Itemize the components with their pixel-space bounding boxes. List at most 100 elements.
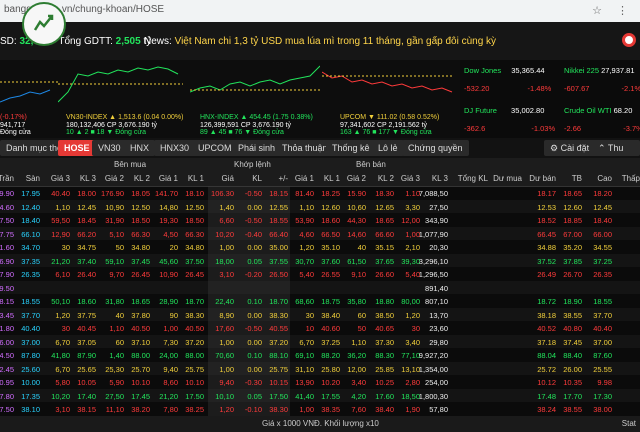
table-row[interactable]: 48.15 18.55 50,10 18.60 31,80 18.65 28,90 18.70…	[0, 294, 640, 308]
column-header[interactable]: Cao	[597, 174, 612, 183]
table-row[interactable]: 32.45 25.60 6,70 25.65 25,30 25.70 9,40 25.75 1,…	[0, 361, 640, 375]
column-header[interactable]: Sàn	[26, 174, 40, 183]
column-header[interactable]: KL 3	[80, 174, 96, 183]
tab-hnx[interactable]: HNX	[124, 140, 156, 156]
header-ticker: SD: 32,61 Tổng GDTT: 2,505 tỷ News: Việt…	[0, 22, 640, 60]
table-row[interactable]: 36.00 37.00 6,70 37.05 60 37.10 7,30 37.20 1,00 0…	[0, 334, 640, 348]
table-cell: 35.15	[375, 243, 394, 252]
column-header[interactable]: Trần	[0, 174, 14, 183]
chart-hnx[interactable]: HNX-INDEX ▲ 454.45 (1.75 0.38%) 126,399,…	[190, 62, 320, 136]
table-row[interactable]: 17.50 18.40 59,50 18.45 31,90 18.50 19,30 18.50…	[0, 213, 640, 227]
table-cell: 3,30	[405, 202, 420, 212]
table-cell: 17.55	[321, 391, 340, 401]
table-row[interactable]: 46.90 37.35 21,20 37.40 59,10 37.45 45,60 37.50…	[0, 253, 640, 267]
table-cell: 37.85	[563, 256, 582, 266]
tab-hose[interactable]: HOSE	[58, 140, 96, 156]
table-row[interactable]: 59.50 891,40	[0, 280, 640, 294]
table-row[interactable]: 14.60 12.40 1,10 12.45 10,90 12.50 14,80 12.50 1…	[0, 199, 640, 213]
table-cell: 13,90	[295, 378, 314, 387]
column-header[interactable]: Giá 2	[347, 174, 366, 183]
table-row[interactable]: 47.90 26.35 6,10 26.40 9,70 26.45 10,90 26.45 3,…	[0, 267, 640, 281]
column-header[interactable]: TB	[572, 174, 582, 183]
settings-button[interactable]: ⚙ Cài đặt	[544, 140, 596, 156]
table-group-header: Bên mua Khớp lệnh Bên bán	[0, 158, 640, 172]
table-cell: 21,20	[51, 256, 70, 266]
table-cell: 1,40	[109, 351, 124, 360]
table-cell: 4,60	[299, 229, 314, 239]
table-cell: 66.20	[77, 229, 96, 239]
table-row[interactable]: 64.50 87.80 41,80 87.90 1,40 88.00 24,00 88.00 7…	[0, 348, 640, 362]
table-cell: 40.60	[321, 324, 340, 333]
column-header[interactable]: Giá 1	[295, 174, 314, 183]
tab-negotiated[interactable]: Thỏa thuận	[276, 140, 334, 156]
tab-upcom[interactable]: UPCOM	[192, 140, 238, 156]
table-cell: 6,70	[55, 364, 70, 374]
world-index-crudeoil[interactable]: Crude Oil WTI 68.20	[564, 106, 640, 120]
table-row[interactable]: 17.80 17.35 10,20 17.40 27,50 17.45 21,20 17.50…	[0, 388, 640, 402]
column-header[interactable]: Giá 3	[401, 174, 420, 183]
browser-address-bar[interactable]: bangg...com.vn/chung-khoan/HOSE ☆ ⋮	[0, 0, 640, 23]
footer-status[interactable]: Stat	[622, 419, 636, 428]
table-cell: 0.05	[247, 256, 262, 266]
tab-derivatives[interactable]: Phái sinh	[232, 140, 282, 156]
close-icon[interactable]	[622, 33, 636, 47]
table-cell: 12.53	[537, 202, 556, 212]
world-index-nikkei[interactable]: Nikkei 225 27,937.81	[564, 66, 640, 80]
table-cell: 18.30	[375, 189, 394, 198]
table-cell: 41,40	[295, 391, 314, 401]
table-row[interactable]: 49.90 17.95 40.40 18.00 176.90 18.05 141.70 18.…	[0, 186, 640, 200]
table-cell: 18.50	[185, 216, 204, 225]
table-cell: 90	[169, 310, 178, 320]
table-row[interactable]: 31.60 34.70 30 34.75 50 34.80 20 34.80 1,00 0.00 3…	[0, 240, 640, 254]
column-header[interactable]: Dư bán	[529, 174, 556, 183]
column-header[interactable]: Thấp	[622, 174, 640, 183]
tab-vn30[interactable]: VN30	[92, 140, 127, 156]
column-header[interactable]: +/-	[278, 174, 288, 183]
table-cell: 20,30	[429, 243, 448, 252]
news-ticker[interactable]: News: Việt Nam chi 1,3 tỷ USD mua lúa mì…	[144, 36, 496, 47]
table-cell: 17.60	[375, 391, 394, 401]
column-header[interactable]: Tổng KL	[458, 174, 488, 183]
table-cell: 343,90	[425, 216, 448, 225]
table-cell: 106.30	[211, 189, 234, 198]
column-header[interactable]: KL	[252, 174, 262, 183]
column-header[interactable]: KL 3	[432, 174, 448, 183]
column-header[interactable]: KL 1	[324, 174, 340, 183]
table-row[interactable]: 67.75 66.10 12,90 66.20 5,10 66.30 4,50 66.30 10…	[0, 226, 640, 240]
table-cell: 9,40	[163, 364, 178, 374]
table-cell: 40.45	[77, 324, 96, 333]
chart-vn30[interactable]: VN30-INDEX ▲ 1,513.6 (0.04 0.00%) 180,13…	[58, 62, 183, 136]
tab-warrants[interactable]: Chứng quyền	[402, 140, 469, 156]
table-row[interactable]: 33.45 37.70 1,20 37.75 40 37.80 90 38.30 8,90 0.0…	[0, 307, 640, 321]
tab-statistics[interactable]: Thống kê	[326, 140, 376, 156]
table-cell: 34.88	[537, 243, 556, 252]
table-row[interactable]: 41.80 40.40 30 40.45 1,10 40.50 1,00 40.50 17,60…	[0, 321, 640, 335]
table-cell: 5,10	[109, 229, 124, 239]
table-cell: 25.60	[21, 364, 40, 374]
column-header[interactable]: Dư mua	[493, 174, 522, 183]
collapse-button[interactable]: ⌃ Thu gọn	[592, 140, 640, 169]
column-header[interactable]: Giá 1	[159, 174, 178, 183]
table-cell: 35,80	[347, 297, 366, 306]
tab-hnx30[interactable]: HNX30	[154, 140, 196, 156]
table-cell: 40.55	[269, 324, 288, 333]
table-cell: 1,20	[55, 310, 70, 320]
column-header[interactable]: KL 2	[378, 174, 394, 183]
column-header[interactable]: KL 1	[188, 174, 204, 183]
column-header[interactable]: KL 2	[134, 174, 150, 183]
column-header[interactable]: Giá	[222, 174, 234, 183]
chart-upcom[interactable]: UPCOM ▼ 111.02 (0.58 0.52%) 97,341,602 C…	[322, 62, 454, 136]
table-cell: 38.35	[321, 405, 340, 414]
table-row[interactable]: 10.95 10.00 5,80 10.05 5,90 10.10 8,60 10.10 9,4…	[0, 375, 640, 389]
table-cell: 31,10	[295, 364, 314, 374]
table-cell: 18.65	[131, 297, 150, 306]
table-cell: 28,90	[159, 297, 178, 306]
tab-odd-lot[interactable]: Lô lẻ	[372, 140, 404, 156]
table-row[interactable]: 37.50 38.10 3,10 38.15 11,10 38.20 7,80 38.25 1,…	[0, 402, 640, 416]
browser-toolbar-icons[interactable]: ☆ ⋮	[592, 4, 634, 17]
table-cell: 18.52	[537, 216, 556, 225]
column-header[interactable]: Giá 3	[51, 174, 70, 183]
column-header[interactable]: Giá 2	[105, 174, 124, 183]
table-cell: 37.25	[321, 337, 340, 347]
table-cell: 45,60	[159, 256, 178, 266]
